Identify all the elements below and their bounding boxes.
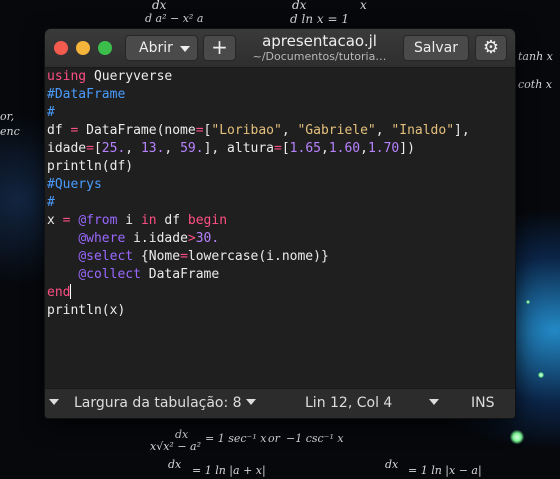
gear-icon: ⚙ xyxy=(482,37,500,58)
chevron-down-icon xyxy=(429,399,439,405)
code-line: idade=[25., 13., 59.], altura=[1.65,1.60… xyxy=(47,141,415,156)
math-formula: −1 csc⁻¹ x xyxy=(286,432,344,445)
minimize-window-button[interactable] xyxy=(76,41,90,55)
math-formula: enc xyxy=(0,125,20,138)
chevron-down-icon xyxy=(246,399,257,405)
save-button-label: Salvar xyxy=(414,40,458,56)
math-formula: dx xyxy=(292,0,307,12)
math-formula: dx xyxy=(152,0,167,12)
code-line: println(df) xyxy=(47,159,134,174)
math-formula: or, xyxy=(0,110,15,123)
tab-width-label: Largura da tabulação: 8 xyxy=(74,395,242,411)
language-selector[interactable] xyxy=(429,389,439,417)
code-line: df = DataFrame(nome=["Loribao", "Gabriel… xyxy=(47,123,470,138)
code-line: # xyxy=(47,195,55,210)
math-formula: d a² − x² a xyxy=(145,12,204,25)
math-formula: dx xyxy=(385,458,399,471)
new-document-button[interactable]: + xyxy=(203,35,236,61)
text-editor-window: Abrir + apresentacao.jl ~/Documentos/tut… xyxy=(45,29,515,418)
math-formula: = 1 sec⁻¹ x xyxy=(205,432,267,445)
text-cursor xyxy=(70,284,72,299)
star-icon xyxy=(510,430,524,444)
plus-icon: + xyxy=(211,35,228,59)
window-subtitle-path: ~/Documentos/tutoria… xyxy=(252,50,387,63)
insert-mode-indicator[interactable]: INS xyxy=(471,389,495,417)
math-formula: = 1 ln |a + x| xyxy=(192,464,266,477)
code-line: using Queryverse xyxy=(47,69,173,84)
code-line: x = @from i in df begin xyxy=(47,213,228,228)
math-formula: tanh x xyxy=(518,50,553,63)
maximize-window-button[interactable] xyxy=(98,41,112,55)
code-line: end xyxy=(47,284,72,300)
tab-width-selector[interactable]: Largura da tabulação: 8 xyxy=(74,389,257,417)
window-title: apresentacao.jl xyxy=(262,32,377,50)
star-icon xyxy=(538,372,544,378)
math-formula: or xyxy=(268,432,280,445)
open-button-label: Abrir xyxy=(139,40,173,56)
code-line: # xyxy=(47,105,55,120)
math-formula: = 1 ln |x − a| xyxy=(408,464,482,477)
side-panel-toggle[interactable] xyxy=(49,389,59,417)
code-line: @collect DataFrame xyxy=(78,267,220,282)
math-formula: x xyxy=(360,0,367,12)
code-line: @where i.idade>30. xyxy=(78,231,220,246)
close-window-button[interactable] xyxy=(54,41,68,55)
settings-menu-button[interactable]: ⚙ xyxy=(475,35,507,61)
chevron-down-icon xyxy=(180,46,190,52)
math-formula: d ln x = 1 xyxy=(290,12,349,26)
star-icon xyxy=(526,300,530,304)
window-title-area: apresentacao.jl ~/Documentos/tutoria… xyxy=(241,33,398,64)
code-token: using xyxy=(47,69,87,84)
code-editor[interactable]: using Queryverse #DataFrame # df = DataF… xyxy=(45,68,515,389)
code-line: #DataFrame xyxy=(47,87,126,102)
code-line: #Querys xyxy=(47,177,102,192)
open-file-button[interactable]: Abrir xyxy=(125,35,198,61)
math-formula: dx xyxy=(168,458,182,471)
status-bar: Largura da tabulação: 8 Lin 12, Col 4 IN… xyxy=(45,388,515,418)
header-bar[interactable]: Abrir + apresentacao.jl ~/Documentos/tut… xyxy=(45,29,515,68)
save-button[interactable]: Salvar xyxy=(403,35,469,61)
code-line: @select {Nome=lowercase(i.nome)} xyxy=(78,249,329,264)
cursor-position-label: Lin 12, Col 4 xyxy=(305,395,393,411)
code-line: println(x) xyxy=(47,303,126,318)
math-formula: coth x xyxy=(518,78,552,91)
cursor-position-selector[interactable]: Lin 12, Col 4 xyxy=(305,389,392,417)
math-formula: x√x² − a² xyxy=(150,440,202,453)
chevron-down-icon xyxy=(49,399,59,405)
